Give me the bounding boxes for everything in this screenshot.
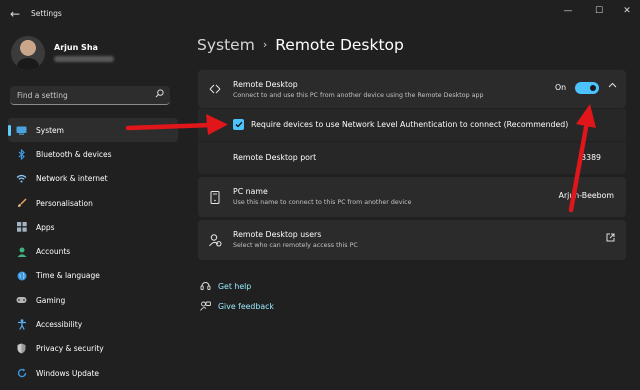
get-help-link[interactable]: Get help (199, 280, 251, 292)
sidebar-item-system[interactable]: System (8, 118, 178, 143)
toggle-knob (590, 85, 596, 91)
get-help-label[interactable]: Get help (218, 282, 251, 291)
nla-row: Require devices to use Network Level Aut… (198, 109, 626, 141)
sidebar-item-accounts[interactable]: Accounts (8, 239, 178, 263)
back-button[interactable]: ← (4, 4, 26, 24)
page-title: Remote Desktop (275, 36, 404, 54)
users-description: Select who can remotely access this PC (233, 242, 358, 249)
remote-desktop-toggle[interactable] (575, 82, 599, 94)
close-icon: ✕ (623, 6, 631, 16)
remote-desktop-card[interactable]: Remote Desktop Connect to and use this P… (198, 70, 626, 108)
sidebar-item-accessibility[interactable]: Accessibility (8, 312, 178, 336)
active-indicator (8, 125, 11, 136)
sidebar-item-apps[interactable]: Apps (8, 215, 178, 239)
globe-icon (16, 270, 27, 281)
sidebar-item-label: System (36, 125, 64, 135)
port-value: 3389 (581, 153, 601, 162)
app-title: Settings (31, 9, 62, 18)
back-arrow-icon: ← (9, 7, 21, 21)
sidebar-item-label: Personalisation (36, 198, 93, 208)
sidebar-item-label: Accounts (36, 247, 71, 257)
breadcrumb: System › Remote Desktop (197, 36, 404, 54)
chevron-up-icon[interactable] (608, 81, 617, 91)
sidebar-item-bluetooth[interactable]: Bluetooth & devices (8, 142, 178, 166)
feedback-icon (199, 300, 211, 312)
sidebar-item-label: Apps (36, 222, 55, 232)
users-icon (208, 233, 222, 247)
sidebar-item-label: Network & internet (36, 174, 108, 184)
search-icon[interactable] (155, 89, 164, 101)
sidebar-item-network[interactable]: Network & internet (8, 167, 178, 191)
user-name: Arjun Sha (54, 43, 98, 52)
sidebar-item-privacy[interactable]: Privacy & security (8, 337, 178, 361)
open-external-icon[interactable] (606, 233, 615, 245)
pc-name-description: Use this name to connect to this PC from… (233, 199, 412, 206)
search-input[interactable]: Find a setting (17, 91, 68, 100)
toggle-state-label: On (555, 83, 567, 92)
bluetooth-icon (16, 148, 27, 160)
minimize-button[interactable]: — (553, 0, 583, 22)
accessibility-icon (16, 319, 27, 330)
sidebar-item-personalisation[interactable]: Personalisation (8, 191, 178, 215)
settings-window: ← Settings — ☐ ✕ Arjun Sha Find a settin… (0, 0, 640, 390)
remote-desktop-title: Remote Desktop (233, 80, 298, 89)
users-title: Remote Desktop users (233, 230, 322, 239)
minimize-icon: — (563, 6, 573, 16)
pc-name-value: Arjun-Beebom (558, 191, 614, 200)
avatar-silhouette (17, 58, 39, 70)
shield-icon (16, 343, 27, 354)
remote-desktop-users-card[interactable]: Remote Desktop users Select who can remo… (198, 220, 626, 260)
help-icon (199, 280, 211, 292)
system-icon (16, 125, 27, 136)
maximize-icon: ☐ (594, 6, 604, 16)
brush-icon (16, 198, 27, 209)
close-button[interactable]: ✕ (612, 0, 640, 22)
nla-label[interactable]: Require devices to use Network Level Aut… (251, 120, 568, 129)
sidebar-item-time-language[interactable]: Time & language (8, 264, 178, 288)
port-label: Remote Desktop port (233, 153, 317, 162)
maximize-button[interactable]: ☐ (584, 0, 614, 22)
title-bar: ← Settings — ☐ ✕ (0, 0, 640, 28)
sidebar-item-label: Time & language (36, 271, 100, 281)
sidebar-item-label: Windows Update (36, 368, 100, 378)
chevron-right-icon: › (262, 38, 268, 51)
sidebar-item-label: Bluetooth & devices (36, 149, 112, 159)
nla-checkbox[interactable] (233, 119, 244, 130)
remote-desktop-description: Connect to and use this PC from another … (233, 92, 484, 99)
give-feedback-label[interactable]: Give feedback (218, 302, 274, 311)
update-icon (16, 368, 27, 379)
sidebar-item-label: Accessibility (36, 320, 83, 330)
sidebar-item-windows-update[interactable]: Windows Update (8, 361, 178, 385)
pc-name-card: PC name Use this name to connect to this… (198, 177, 626, 217)
give-feedback-link[interactable]: Give feedback (199, 300, 274, 312)
avatar[interactable] (11, 36, 45, 70)
sidebar-item-label: Privacy & security (36, 344, 104, 354)
pc-tower-icon (208, 190, 222, 204)
port-row: Remote Desktop port 3389 (198, 142, 626, 174)
pc-name-title: PC name (233, 187, 268, 196)
sidebar-nav: System Bluetooth & devices Network & int… (8, 118, 178, 385)
person-icon (16, 246, 27, 257)
gamepad-icon (16, 295, 27, 306)
user-email-redacted (54, 56, 114, 62)
breadcrumb-system-link[interactable]: System (197, 36, 255, 54)
apps-icon (16, 222, 27, 233)
wifi-icon (16, 173, 27, 184)
sidebar-item-label: Gaming (36, 295, 66, 305)
search-box[interactable]: Find a setting (10, 86, 170, 105)
remote-desktop-icon (208, 82, 222, 96)
sidebar-item-gaming[interactable]: Gaming (8, 288, 178, 312)
